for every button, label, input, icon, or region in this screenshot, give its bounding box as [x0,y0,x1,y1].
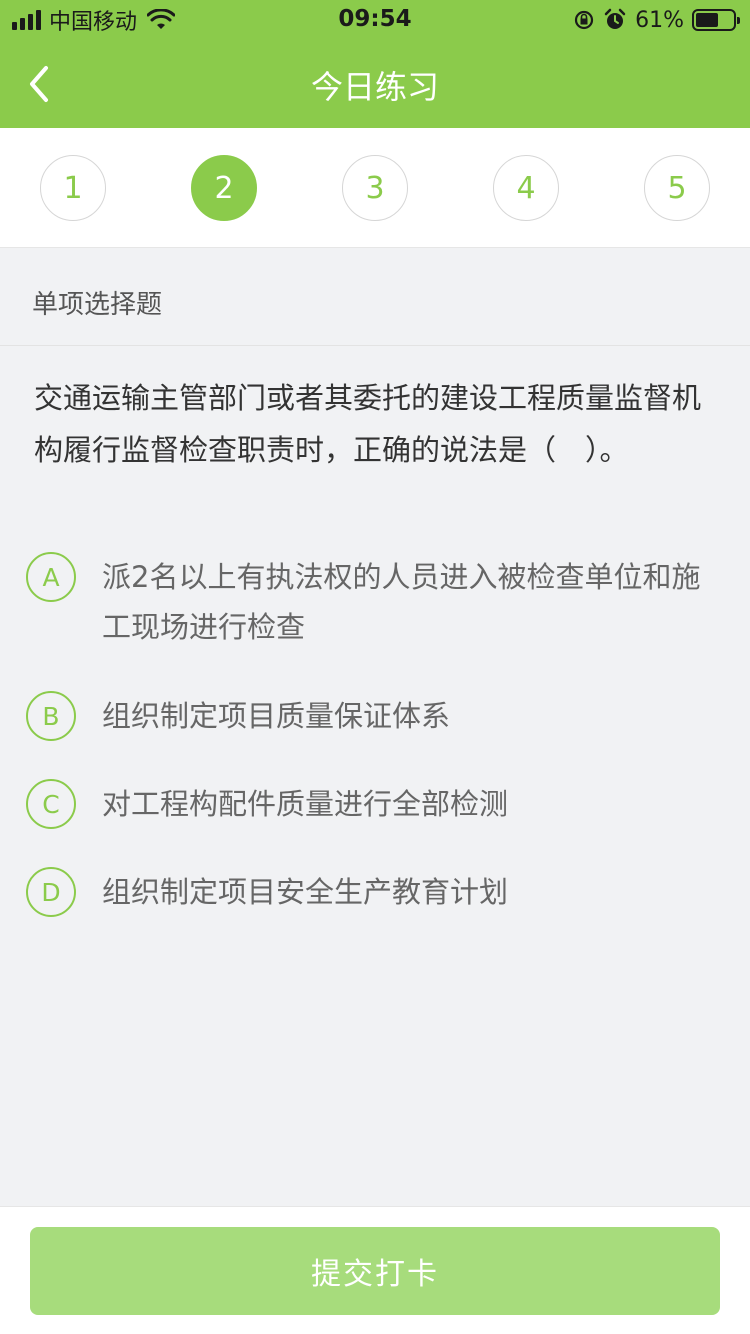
option-b-text: 组织制定项目质量保证体系 [102,699,451,733]
question-stem-line: 交通运输主管部门或者其委托的建设工程质量监督机 [34,381,702,415]
battery-percent: 61% [635,7,684,33]
footer: 提交打卡 [0,1206,750,1334]
battery-icon [692,9,740,31]
question-number-3[interactable]: 3 [342,155,408,221]
question-number-1[interactable]: 1 [40,155,106,221]
question-type-label: 单项选择题 [32,290,163,320]
alarm-icon [604,8,626,29]
option-c-badge: C [26,779,76,829]
option-d-badge: D [26,867,76,917]
option-d-text: 组织制定项目安全生产教育计划 [102,875,509,909]
question-stem: 交通运输主管部门或者其委托的建设工程质量监督机 构履行监督检查职责时，正确的说法… [34,372,734,476]
status-bar: 中国移动 09:54 61% [0,0,750,40]
rotation-lock-icon [574,10,594,30]
question-number-2[interactable]: 2 [191,155,257,221]
option-b[interactable]: B 组织制定项目质量保证体系 [0,691,750,741]
option-text-line: 派2名以上有执法权的人员进入被检查单位和施 [102,560,701,594]
option-b-badge: B [26,691,76,741]
option-a-text: 派2名以上有执法权的人员进入被检查单位和施 工现场进行检查 [102,552,727,652]
submit-checkin-button[interactable]: 提交打卡 [30,1227,720,1315]
option-c[interactable]: C 对工程构配件质量进行全部检测 [0,779,750,829]
question-number-4[interactable]: 4 [493,155,559,221]
page-title: 今日练习 [310,68,439,106]
question-number-selector: 1 2 3 4 5 [0,128,750,248]
option-a-badge: A [26,552,76,602]
option-c-text: 对工程构配件质量进行全部检测 [102,787,509,821]
option-a[interactable]: A 派2名以上有执法权的人员进入被检查单位和施 工现场进行检查 [0,552,750,652]
option-text-line: 工现场进行检查 [102,610,306,644]
question-type-header: 单项选择题 [0,248,750,346]
option-d[interactable]: D 组织制定项目安全生产教育计划 [0,867,750,917]
question-stem-line: 构履行监督检查职责时，正确的说法是（ ）。 [34,433,629,467]
status-right: 61% [573,6,740,34]
question-number-5[interactable]: 5 [644,155,710,221]
nav-bar: 今日练习 [0,40,750,128]
battery-level [696,13,718,27]
